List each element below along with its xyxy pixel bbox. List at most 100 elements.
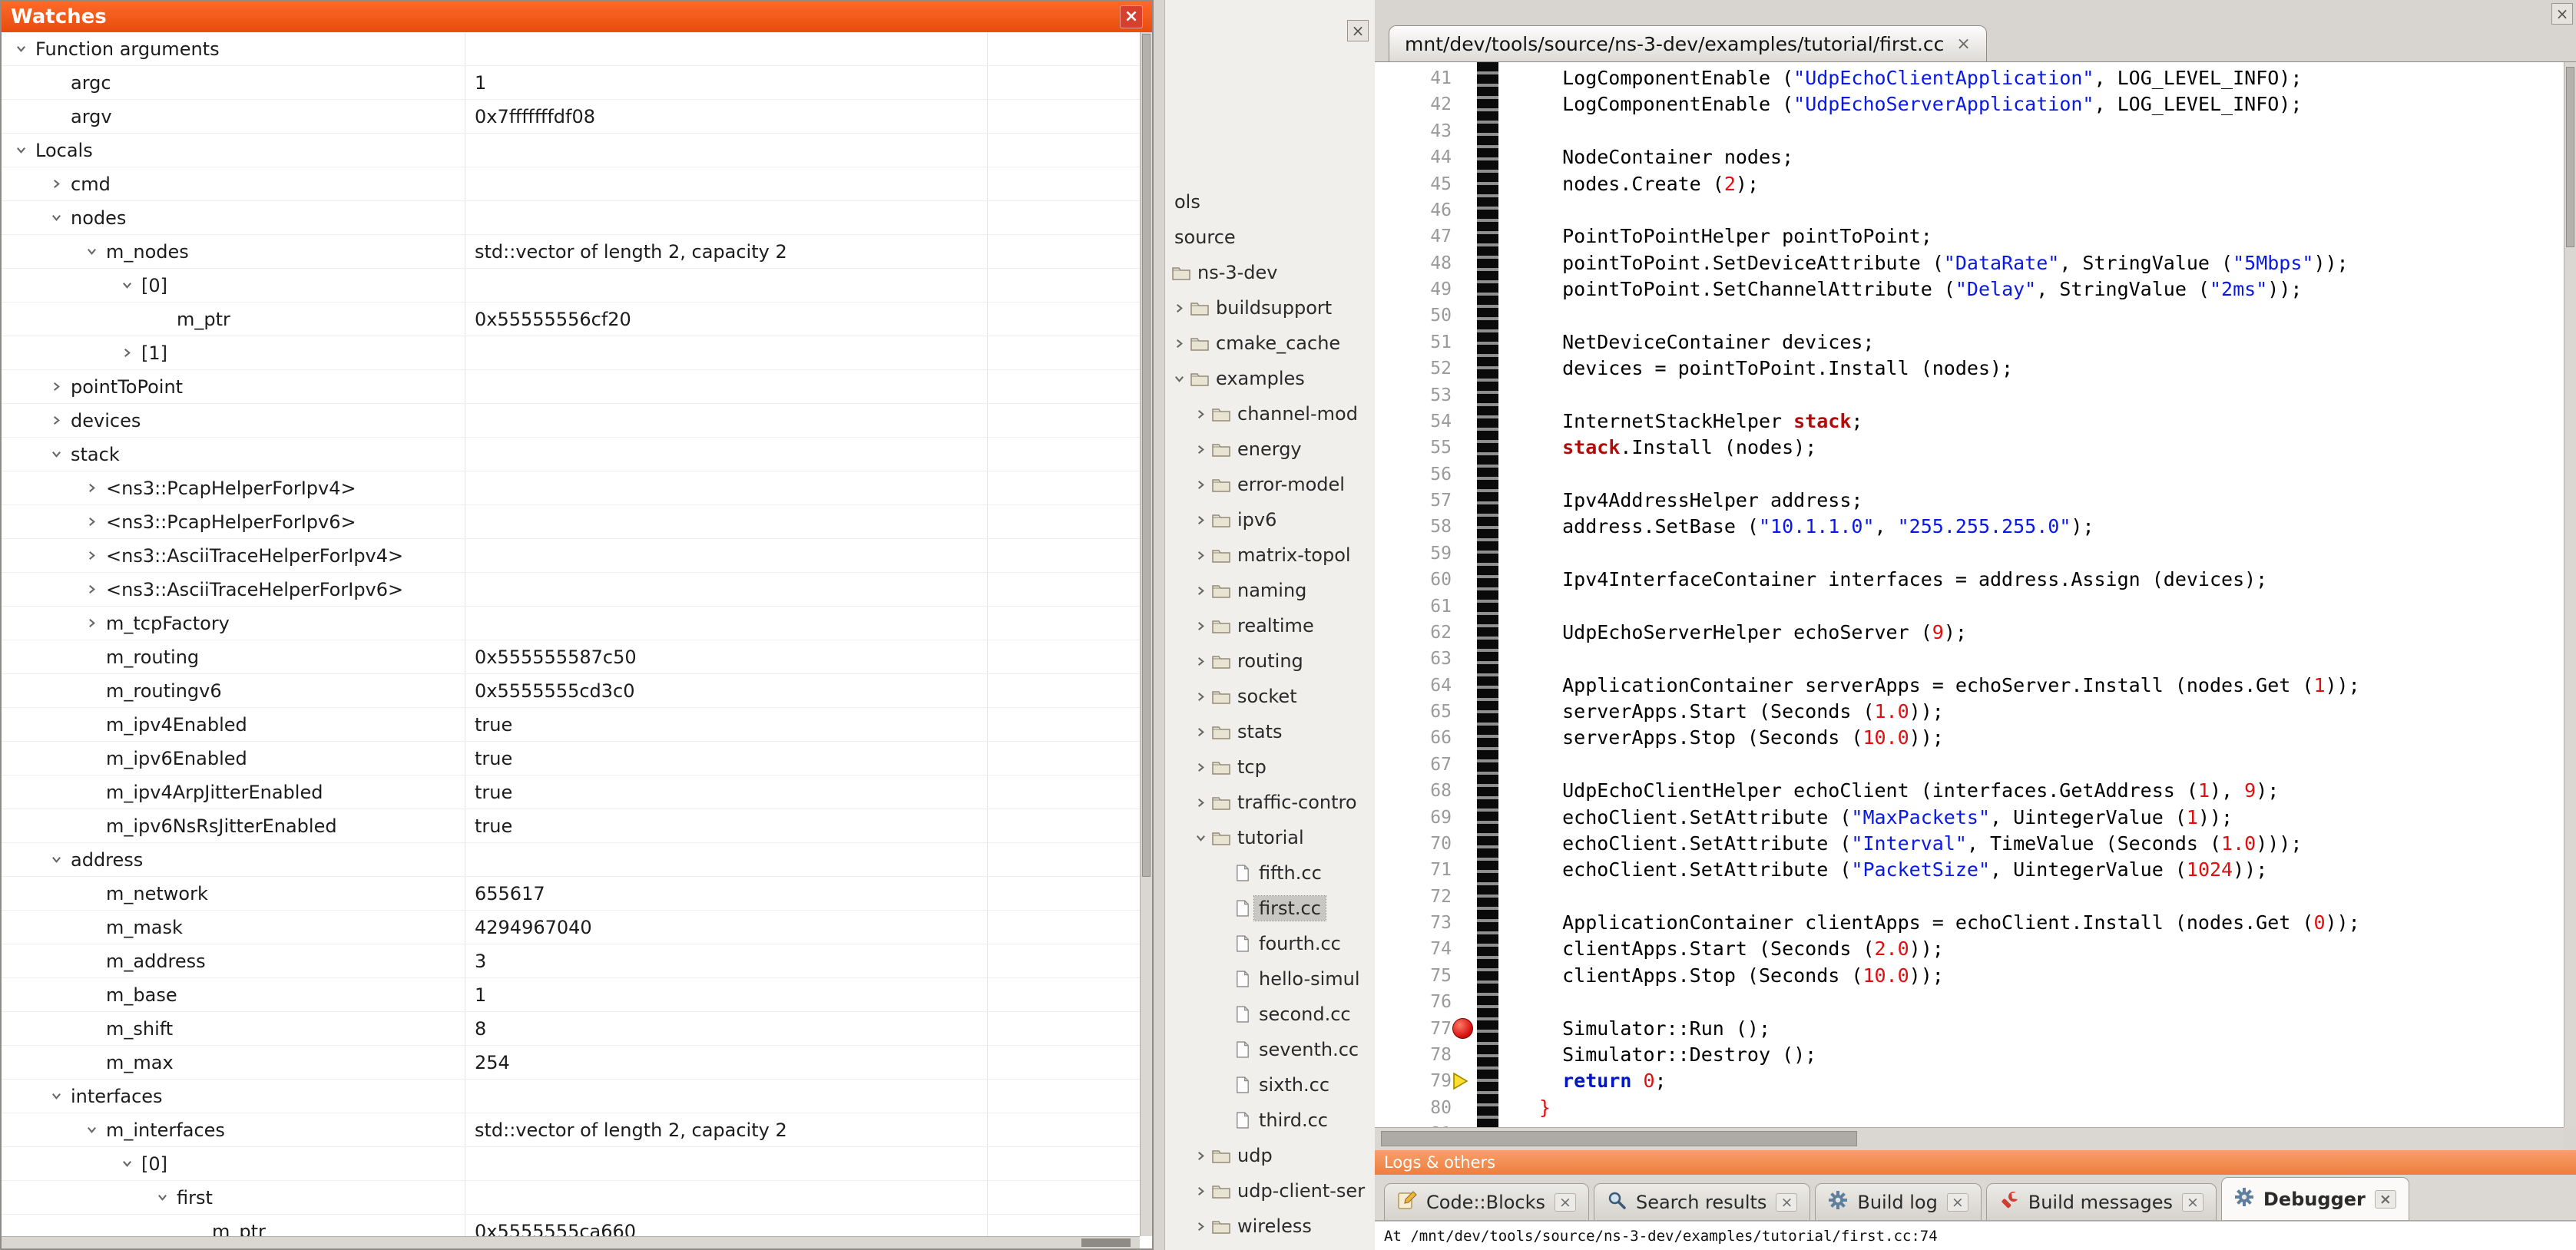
- code-line[interactable]: 68 UdpEchoClientHelper echoClient (inter…: [1375, 778, 2564, 804]
- watch-row[interactable]: <ns3::PcapHelperForIpv6>: [2, 505, 1140, 539]
- logs-tab-code-blocks[interactable]: Code::Blocks×: [1384, 1183, 1589, 1220]
- watch-row[interactable]: m_base1: [2, 978, 1140, 1012]
- chevron-down-icon[interactable]: [41, 1090, 71, 1102]
- chevron-down-icon[interactable]: [147, 1192, 177, 1203]
- watches-horizontal-scrollbar[interactable]: [2, 1236, 1140, 1248]
- tree-item-energy[interactable]: energy: [1165, 432, 1375, 467]
- code-line[interactable]: 65 serverApps.Start (Seconds (1.0));: [1375, 699, 2564, 725]
- close-icon[interactable]: ×: [1120, 5, 1143, 28]
- chevron-right-icon[interactable]: [1191, 479, 1210, 491]
- watch-row[interactable]: stack: [2, 438, 1140, 471]
- chevron-right-icon[interactable]: [1170, 338, 1188, 349]
- line-number[interactable]: 71: [1375, 857, 1452, 883]
- code-line[interactable]: 53: [1375, 382, 2564, 408]
- watch-row[interactable]: [1]: [2, 336, 1140, 370]
- code-line[interactable]: 52 devices = pointToPoint.Install (nodes…: [1375, 355, 2564, 382]
- chevron-right-icon[interactable]: [1191, 1221, 1210, 1232]
- code-line[interactable]: 45 nodes.Create (2);: [1375, 171, 2564, 197]
- chevron-right-icon[interactable]: [77, 584, 106, 595]
- chevron-right-icon[interactable]: [77, 617, 106, 629]
- tree-item-third-cc[interactable]: third.cc: [1165, 1103, 1375, 1138]
- line-number[interactable]: 41: [1375, 65, 1452, 91]
- code-line[interactable]: 42 LogComponentEnable ("UdpEchoServerApp…: [1375, 91, 2564, 117]
- close-icon[interactable]: ×: [2551, 3, 2573, 25]
- line-number[interactable]: 42: [1375, 91, 1452, 117]
- code-line[interactable]: 81: [1375, 1121, 2564, 1127]
- line-number[interactable]: 69: [1375, 805, 1452, 831]
- tree-item-channel-mod[interactable]: channel-mod: [1165, 396, 1375, 432]
- code-line[interactable]: 49 pointToPoint.SetChannelAttribute ("De…: [1375, 276, 2564, 303]
- chevron-right-icon[interactable]: [1191, 797, 1210, 809]
- line-number[interactable]: 55: [1375, 435, 1452, 461]
- code-line[interactable]: 66 serverApps.Stop (Seconds (10.0));: [1375, 725, 2564, 751]
- chevron-right-icon[interactable]: [1191, 726, 1210, 738]
- watch-row[interactable]: m_ptr0x55555556cf20: [2, 303, 1140, 336]
- line-number[interactable]: 81: [1375, 1121, 1452, 1127]
- line-number[interactable]: 64: [1375, 673, 1452, 699]
- code-line[interactable]: 71 echoClient.SetAttribute ("PacketSize"…: [1375, 857, 2564, 883]
- line-number[interactable]: 63: [1375, 646, 1452, 672]
- tree-item-error-model[interactable]: error-model: [1165, 467, 1375, 502]
- line-number[interactable]: 49: [1375, 276, 1452, 303]
- line-number[interactable]: 56: [1375, 461, 1452, 488]
- tree-item-ols[interactable]: ols: [1165, 184, 1375, 220]
- tree-item-tcp[interactable]: tcp: [1165, 749, 1375, 785]
- line-number[interactable]: 51: [1375, 329, 1452, 355]
- tree-item-stats[interactable]: stats: [1165, 714, 1375, 749]
- line-number[interactable]: 54: [1375, 408, 1452, 435]
- code-line[interactable]: 59: [1375, 541, 2564, 567]
- watch-row[interactable]: m_interfacesstd::vector of length 2, cap…: [2, 1113, 1140, 1147]
- code-line[interactable]: 63: [1375, 646, 2564, 672]
- watch-row[interactable]: m_address3: [2, 944, 1140, 978]
- line-number[interactable]: 65: [1375, 699, 1452, 725]
- watches-titlebar[interactable]: Watches ×: [2, 2, 1152, 32]
- line-number[interactable]: 57: [1375, 488, 1452, 514]
- tree-item-udp-client-ser[interactable]: udp-client-ser: [1165, 1173, 1375, 1209]
- watch-row[interactable]: Locals: [2, 134, 1140, 167]
- editor-tab[interactable]: mnt/dev/tools/source/ns-3-dev/examples/t…: [1389, 25, 1987, 61]
- line-number[interactable]: 62: [1375, 620, 1452, 646]
- code-line[interactable]: 75 clientApps.Stop (Seconds (10.0));: [1375, 963, 2564, 989]
- chevron-right-icon[interactable]: [41, 178, 71, 190]
- watch-row[interactable]: devices: [2, 404, 1140, 438]
- tree-item-seventh-cc[interactable]: seventh.cc: [1165, 1032, 1375, 1067]
- watch-row[interactable]: interfaces: [2, 1080, 1140, 1113]
- line-number[interactable]: 74: [1375, 936, 1452, 962]
- tree-item-socket[interactable]: socket: [1165, 679, 1375, 714]
- watch-row[interactable]: m_ipv4ArpJitterEnabledtrue: [2, 775, 1140, 809]
- code-line[interactable]: 51 NetDeviceContainer devices;: [1375, 329, 2564, 355]
- close-icon[interactable]: ×: [1956, 35, 1970, 54]
- chevron-right-icon[interactable]: [1191, 656, 1210, 667]
- code-line[interactable]: 78 Simulator::Destroy ();: [1375, 1042, 2564, 1068]
- tree-item-tutorial[interactable]: tutorial: [1165, 820, 1375, 855]
- code-line[interactable]: 61: [1375, 594, 2564, 620]
- line-number[interactable]: 76: [1375, 989, 1452, 1015]
- line-number[interactable]: 59: [1375, 541, 1452, 567]
- code-line[interactable]: 77 Simulator::Run ();: [1375, 1016, 2564, 1042]
- watch-row[interactable]: m_nodesstd::vector of length 2, capacity…: [2, 235, 1140, 269]
- chevron-down-icon[interactable]: [1170, 373, 1188, 385]
- chevron-right-icon[interactable]: [41, 381, 71, 392]
- code-line[interactable]: 46: [1375, 197, 2564, 223]
- code-line[interactable]: 67: [1375, 752, 2564, 778]
- chevron-right-icon[interactable]: [1191, 408, 1210, 420]
- chevron-right-icon[interactable]: [1191, 550, 1210, 561]
- line-number[interactable]: 46: [1375, 197, 1452, 223]
- code-line[interactable]: 72: [1375, 884, 2564, 910]
- code-line[interactable]: 50: [1375, 303, 2564, 329]
- tree-item-source[interactable]: source: [1165, 220, 1375, 255]
- tree-item-naming[interactable]: naming: [1165, 573, 1375, 608]
- chevron-down-icon[interactable]: [112, 279, 141, 291]
- scrollbar-thumb[interactable]: [1142, 34, 1151, 877]
- code-line[interactable]: 69 echoClient.SetAttribute ("MaxPackets"…: [1375, 805, 2564, 831]
- chevron-right-icon[interactable]: [77, 482, 106, 494]
- tree-item-first-cc[interactable]: first.cc: [1165, 891, 1375, 926]
- watch-row[interactable]: m_network655617: [2, 877, 1140, 911]
- line-number[interactable]: 77: [1375, 1016, 1452, 1042]
- watch-row[interactable]: m_ipv6Enabledtrue: [2, 742, 1140, 775]
- tree-item-matrix-topol[interactable]: matrix-topol: [1165, 537, 1375, 573]
- tree-item-cmake-cache[interactable]: cmake_cache: [1165, 326, 1375, 361]
- logs-tab-debugger[interactable]: Debugger×: [2221, 1177, 2409, 1220]
- code-line[interactable]: 47 PointToPointHelper pointToPoint;: [1375, 223, 2564, 250]
- tree-item-examples[interactable]: examples: [1165, 361, 1375, 396]
